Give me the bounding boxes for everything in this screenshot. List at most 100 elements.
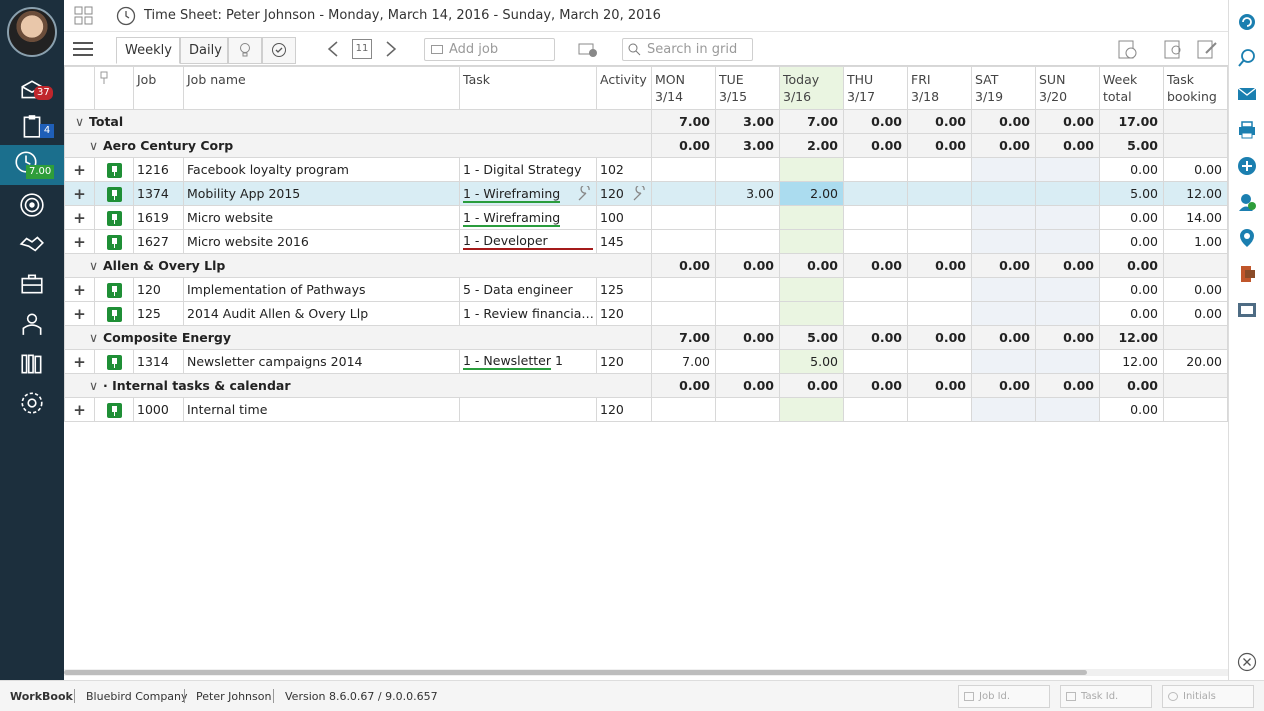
hours-sat[interactable] bbox=[971, 397, 1036, 422]
tab-daily[interactable]: Daily bbox=[180, 37, 228, 64]
job-name[interactable]: Implementation of Pathways bbox=[183, 277, 460, 302]
sidebar-item-settings[interactable] bbox=[0, 383, 64, 423]
header-task[interactable]: Task bbox=[459, 66, 597, 110]
hours-tue[interactable]: 3.00 bbox=[715, 181, 780, 206]
sidebar-item-timesheet[interactable]: 7.00 bbox=[0, 145, 64, 185]
job-number[interactable]: 1374 bbox=[133, 181, 184, 206]
chevron-down-icon[interactable]: ∨ bbox=[89, 258, 103, 273]
hours-sun[interactable] bbox=[1035, 277, 1100, 302]
wrench-icon[interactable] bbox=[577, 186, 593, 202]
hours-mon[interactable] bbox=[651, 397, 716, 422]
horizontal-scrollbar[interactable] bbox=[64, 669, 1228, 676]
hours-wed[interactable] bbox=[779, 397, 844, 422]
hours-thu[interactable] bbox=[843, 229, 908, 254]
job-name[interactable]: Internal time bbox=[183, 397, 460, 422]
header-sun[interactable]: SUN 3/20 bbox=[1035, 66, 1100, 110]
header-mon[interactable]: MON 3/14 bbox=[651, 66, 716, 110]
edit-doc-icon[interactable] bbox=[1196, 38, 1218, 60]
job-name[interactable]: Mobility App 2015 bbox=[183, 181, 460, 206]
task-cell[interactable]: 5 - Data engineer bbox=[459, 277, 597, 302]
expand-row-button[interactable]: + bbox=[64, 397, 95, 422]
hours-tue[interactable] bbox=[715, 349, 780, 374]
table-row[interactable]: + 1619 Micro website 1 - Wireframing 100… bbox=[64, 205, 1228, 230]
expand-row-button[interactable]: + bbox=[64, 301, 95, 326]
pin-cell[interactable] bbox=[94, 181, 134, 206]
task-cell[interactable]: 1 - Digital Strategy bbox=[459, 157, 597, 182]
initials-field[interactable]: Initials bbox=[1162, 685, 1254, 708]
hours-sun[interactable] bbox=[1035, 301, 1100, 326]
hours-mon[interactable] bbox=[651, 157, 716, 182]
calendar-icon[interactable]: 11 bbox=[352, 39, 372, 59]
add-circle-icon[interactable] bbox=[1237, 156, 1257, 176]
tab-ideas[interactable] bbox=[228, 37, 262, 64]
sidebar-item-tasks[interactable]: 4 bbox=[0, 106, 64, 146]
hours-wed[interactable] bbox=[779, 301, 844, 326]
job-name[interactable]: Newsletter campaigns 2014 bbox=[183, 349, 460, 374]
job-number[interactable]: 1314 bbox=[133, 349, 184, 374]
pin-cell[interactable] bbox=[94, 349, 134, 374]
hours-wed[interactable] bbox=[779, 205, 844, 230]
search-person-icon[interactable] bbox=[1237, 48, 1257, 68]
hours-tue[interactable] bbox=[715, 157, 780, 182]
close-circle-icon[interactable] bbox=[1237, 652, 1257, 672]
task-cell[interactable]: 1 - Wireframing bbox=[459, 181, 597, 206]
tab-approve[interactable] bbox=[262, 37, 296, 64]
activity-cell[interactable]: 102 bbox=[596, 157, 652, 182]
add-user-icon[interactable] bbox=[1237, 192, 1257, 212]
hours-wed[interactable] bbox=[779, 277, 844, 302]
pin-icon[interactable] bbox=[106, 402, 122, 418]
clipboard-check-icon[interactable] bbox=[1116, 38, 1138, 60]
sidebar-item-briefcase[interactable] bbox=[0, 264, 64, 304]
hours-tue[interactable] bbox=[715, 205, 780, 230]
group-label-cell[interactable]: ∨ Aero Century Corp bbox=[64, 133, 652, 158]
hours-sat[interactable] bbox=[971, 205, 1036, 230]
refresh-icon[interactable] bbox=[1237, 12, 1257, 32]
expand-row-button[interactable]: + bbox=[64, 229, 95, 254]
location-pin-icon[interactable] bbox=[1237, 228, 1257, 248]
logout-icon[interactable] bbox=[1237, 264, 1257, 284]
hours-fri[interactable] bbox=[907, 397, 972, 422]
hours-sun[interactable] bbox=[1035, 397, 1100, 422]
job-name[interactable]: 2014 Audit Allen & Overy Llp bbox=[183, 301, 460, 326]
pin-icon[interactable] bbox=[106, 282, 122, 298]
task-cell[interactable]: 1 - Review financia… bbox=[459, 301, 597, 326]
task-id-field[interactable]: Task Id. bbox=[1060, 685, 1152, 708]
hours-sat[interactable] bbox=[971, 229, 1036, 254]
pin-icon[interactable] bbox=[106, 162, 122, 178]
hours-mon[interactable] bbox=[651, 205, 716, 230]
header-task-booking[interactable]: Task booking bbox=[1163, 66, 1228, 110]
table-row[interactable]: + 1627 Micro website 2016 1 - Developer … bbox=[64, 229, 1228, 254]
header-week-total[interactable]: Week total bbox=[1099, 66, 1164, 110]
hours-sun[interactable] bbox=[1035, 229, 1100, 254]
job-number[interactable]: 1000 bbox=[133, 397, 184, 422]
pin-icon[interactable] bbox=[106, 234, 122, 250]
pin-cell[interactable] bbox=[94, 157, 134, 182]
hours-sat[interactable] bbox=[971, 157, 1036, 182]
job-name[interactable]: Micro website 2016 bbox=[183, 229, 460, 254]
image-card-icon[interactable] bbox=[1237, 300, 1257, 320]
hours-fri[interactable] bbox=[907, 229, 972, 254]
wrench-icon[interactable] bbox=[632, 186, 648, 202]
hours-thu[interactable] bbox=[843, 181, 908, 206]
activity-cell[interactable]: 145 bbox=[596, 229, 652, 254]
table-row[interactable]: + 1216 Facebook loyalty program 1 - Digi… bbox=[64, 157, 1228, 182]
expand-row-button[interactable]: + bbox=[64, 277, 95, 302]
header-job-name[interactable]: Job name bbox=[183, 66, 460, 110]
hours-tue[interactable] bbox=[715, 277, 780, 302]
header-fri[interactable]: FRI 3/18 bbox=[907, 66, 972, 110]
hours-wed[interactable] bbox=[779, 157, 844, 182]
hours-sun[interactable] bbox=[1035, 181, 1100, 206]
expand-row-button[interactable]: + bbox=[64, 205, 95, 230]
pin-cell[interactable] bbox=[94, 229, 134, 254]
hours-fri[interactable] bbox=[907, 205, 972, 230]
task-cell[interactable]: 1 - Developer bbox=[459, 229, 597, 254]
pin-cell[interactable] bbox=[94, 397, 134, 422]
pin-icon[interactable] bbox=[106, 354, 122, 370]
job-id-field[interactable]: Job Id. bbox=[958, 685, 1050, 708]
apps-grid-icon[interactable] bbox=[74, 6, 94, 26]
header-job[interactable]: Job bbox=[133, 66, 184, 110]
scrollbar-thumb[interactable] bbox=[64, 670, 1087, 675]
hours-sat[interactable] bbox=[971, 181, 1036, 206]
pin-icon[interactable] bbox=[106, 210, 122, 226]
hours-thu[interactable] bbox=[843, 157, 908, 182]
